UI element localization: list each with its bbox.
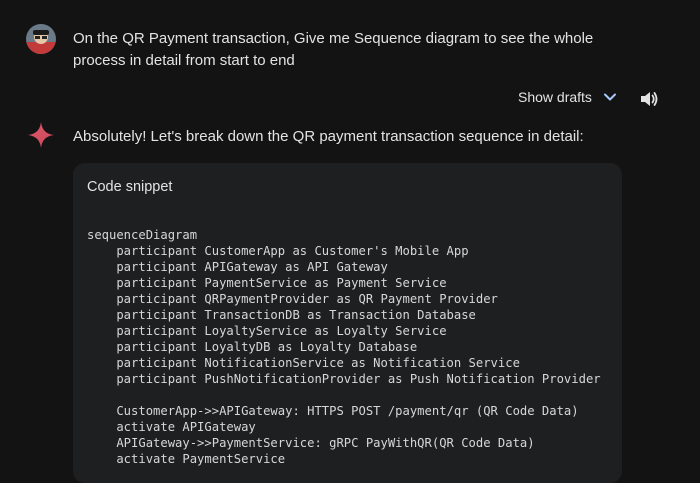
response-intro: Absolutely! Let's break down the QR paym… (73, 128, 584, 145)
gemini-spark-icon (26, 120, 56, 150)
user-message: On the QR Payment transaction, Give me S… (73, 30, 594, 69)
chevron-down-icon (602, 89, 618, 105)
show-drafts-button[interactable]: Show drafts (518, 89, 618, 105)
show-drafts-label: Show drafts (518, 89, 592, 105)
avatar (26, 24, 56, 54)
code-snippet-card: Code snippet sequenceDiagram participant… (73, 163, 622, 483)
speaker-icon[interactable] (638, 88, 660, 110)
code-block[interactable]: sequenceDiagram participant CustomerApp … (87, 227, 601, 467)
user-avatar-image (26, 24, 56, 54)
code-snippet-title: Code snippet (87, 179, 173, 195)
